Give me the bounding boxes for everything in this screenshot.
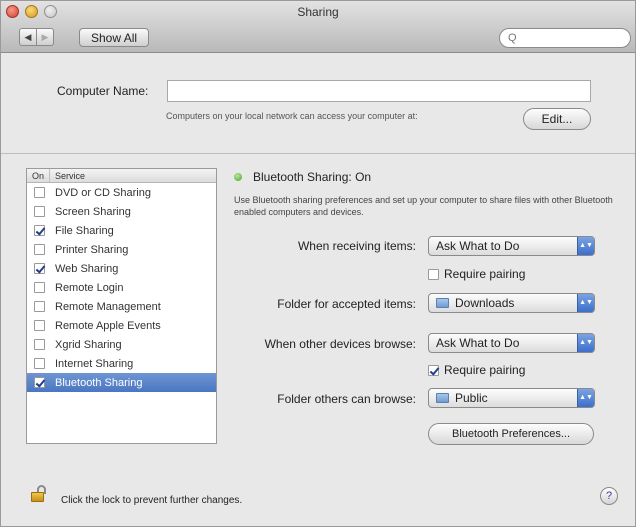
status-title: Bluetooth Sharing: On — [253, 170, 372, 184]
service-label: Screen Sharing — [55, 205, 131, 218]
receiving-items-popup[interactable]: Ask What to Do ▲▼ — [428, 236, 595, 256]
require-pairing-browse-label: Require pairing — [444, 363, 526, 377]
help-button[interactable]: ? — [600, 487, 618, 505]
service-row[interactable]: Bluetooth Sharing — [27, 373, 216, 392]
sharing-window: Sharing ◀ ▶ Show All Q Computer Name: Co… — [0, 0, 636, 527]
show-all-button[interactable]: Show All — [79, 28, 150, 47]
popup-arrows-icon: ▲▼ — [577, 237, 594, 255]
status-description: Use Bluetooth sharing preferences and se… — [234, 195, 613, 217]
accepted-folder-value: Downloads — [455, 296, 515, 310]
search-field[interactable]: Q — [499, 28, 631, 48]
service-checkbox[interactable] — [34, 187, 45, 198]
require-pairing-browse-checkbox[interactable] — [428, 364, 439, 376]
service-row[interactable]: Screen Sharing — [27, 202, 216, 221]
service-label: Remote Login — [55, 281, 124, 294]
service-checkbox[interactable] — [34, 320, 45, 331]
service-row[interactable]: Internet Sharing — [27, 354, 216, 373]
computer-name-label: Computer Name: — [57, 84, 149, 98]
require-pairing-receive-checkbox[interactable] — [428, 268, 439, 280]
service-label: Printer Sharing — [55, 243, 129, 256]
service-label: File Sharing — [55, 224, 114, 237]
popup-arrows-icon: ▲▼ — [577, 389, 594, 407]
accepted-folder-popup[interactable]: Downloads ▲▼ — [428, 293, 595, 313]
forward-button[interactable]: ▶ — [37, 28, 54, 46]
browse-popup[interactable]: Ask What to Do ▲▼ — [428, 333, 595, 353]
service-row[interactable]: Remote Management — [27, 297, 216, 316]
service-checkbox[interactable] — [34, 206, 45, 217]
service-checkbox[interactable] — [34, 358, 45, 369]
search-input[interactable] — [516, 32, 617, 44]
window-title: Sharing — [297, 5, 339, 19]
service-checkbox[interactable] — [34, 244, 45, 255]
service-label: Internet Sharing — [55, 357, 134, 370]
popup-arrows-icon: ▲▼ — [577, 294, 594, 312]
folder-icon — [436, 298, 449, 308]
bluetooth-preferences-button[interactable]: Bluetooth Preferences... — [428, 423, 594, 445]
accepted-folder-label: Folder for accepted items: — [277, 297, 416, 311]
column-header-service[interactable]: Service — [50, 171, 85, 181]
computer-address-note: Computers on your local network can acce… — [166, 111, 418, 121]
service-list: On Service DVD or CD Sharing Screen Shari… — [26, 168, 217, 444]
divider — [1, 153, 635, 154]
service-checkbox[interactable] — [34, 282, 45, 293]
browse-label: When other devices browse: — [264, 337, 416, 351]
browse-folder-label: Folder others can browse: — [277, 392, 416, 406]
receiving-items-label: When receiving items: — [297, 239, 416, 253]
lock-text: Click the lock to prevent further change… — [61, 495, 243, 506]
computer-name-input[interactable] — [168, 81, 590, 101]
lock-icon[interactable] — [31, 485, 46, 502]
status-indicator-icon — [234, 173, 242, 181]
edit-button[interactable]: Edit... — [523, 108, 591, 130]
browse-folder-value: Public — [455, 391, 488, 405]
service-checkbox[interactable] — [34, 225, 45, 236]
service-row[interactable]: Web Sharing — [27, 259, 216, 278]
folder-icon — [436, 393, 449, 403]
receiving-items-value: Ask What to Do — [436, 239, 520, 253]
service-label: Bluetooth Sharing — [55, 376, 143, 389]
search-icon: Q — [508, 32, 517, 44]
column-header-on[interactable]: On — [27, 169, 50, 182]
service-list-header: On Service — [27, 169, 216, 183]
service-label: Remote Apple Events — [55, 319, 161, 332]
service-label: DVD or CD Sharing — [55, 186, 151, 199]
service-checkbox[interactable] — [34, 339, 45, 350]
title-bar: Sharing ◀ ▶ Show All Q — [1, 1, 635, 53]
computer-name-field[interactable] — [167, 80, 591, 102]
service-row[interactable]: DVD or CD Sharing — [27, 183, 216, 202]
browse-folder-popup[interactable]: Public ▲▼ — [428, 388, 595, 408]
browse-value: Ask What to Do — [436, 336, 520, 350]
service-label: Web Sharing — [55, 262, 119, 275]
require-pairing-receive[interactable]: Require pairing — [428, 267, 525, 281]
require-pairing-browse[interactable]: Require pairing — [428, 363, 525, 377]
service-row[interactable]: Xgrid Sharing — [27, 335, 216, 354]
service-checkbox[interactable] — [34, 263, 45, 274]
service-row[interactable]: Remote Login — [27, 278, 216, 297]
service-label: Remote Management — [55, 300, 161, 313]
service-label: Xgrid Sharing — [55, 338, 122, 351]
service-row[interactable]: File Sharing — [27, 221, 216, 240]
require-pairing-receive-label: Require pairing — [444, 267, 526, 281]
popup-arrows-icon: ▲▼ — [577, 334, 594, 352]
back-button[interactable]: ◀ — [19, 28, 37, 46]
service-row[interactable]: Remote Apple Events — [27, 316, 216, 335]
service-checkbox[interactable] — [34, 301, 45, 312]
service-checkbox[interactable] — [34, 377, 45, 388]
service-row[interactable]: Printer Sharing — [27, 240, 216, 259]
